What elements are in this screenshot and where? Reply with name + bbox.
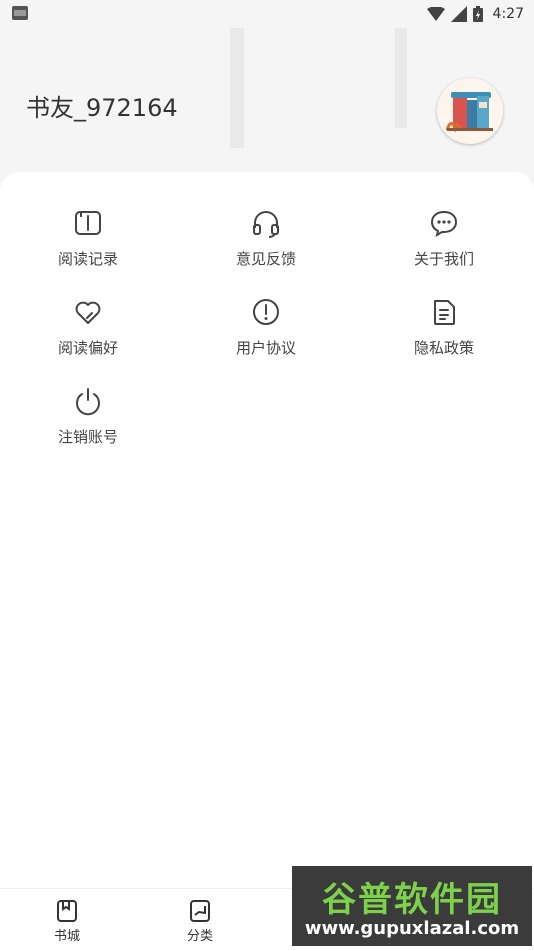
category-icon: [190, 900, 210, 922]
status-icons: 4:27: [426, 4, 524, 24]
nav-label: 书城: [53, 929, 80, 944]
books-avatar-icon: [445, 92, 493, 133]
profile-header: 书友_972164: [0, 28, 534, 180]
menu-item-label: 阅读记录: [57, 250, 118, 268]
wifi-icon: [426, 7, 445, 21]
chat-bubble-icon: [430, 210, 458, 238]
menu-item-reading-preference[interactable]: 阅读偏好: [18, 297, 158, 373]
menu-item-privacy-policy[interactable]: 隐私政策: [374, 297, 514, 373]
menu-item-label: 注销账号: [57, 428, 118, 446]
watermark: 谷普软件园 www.gupuxlazal.com: [292, 866, 532, 946]
menu-item-label: 阅读偏好: [57, 339, 118, 357]
nav-category[interactable]: 分类: [165, 899, 235, 944]
watermark-url: www.gupuxlazal.com: [304, 918, 520, 939]
menu-item-user-agreement[interactable]: 用户协议: [196, 297, 336, 373]
menu-item-reading-history[interactable]: 阅读记录: [18, 208, 158, 284]
avatar[interactable]: [437, 78, 503, 144]
signal-icon: [450, 6, 467, 22]
menu-item-about-us[interactable]: 关于我们: [374, 208, 514, 284]
book-icon: [75, 211, 101, 235]
username: 书友_972164: [26, 94, 178, 122]
heart-icon: [75, 301, 101, 324]
menu-item-label: 用户协议: [235, 339, 296, 357]
alert-circle-icon: [253, 299, 279, 325]
nav-label: 分类: [186, 929, 213, 944]
menu-item-delete-account[interactable]: 注销账号: [18, 386, 158, 462]
menu-item-label: 隐私政策: [413, 339, 474, 357]
nav-bookstore[interactable]: 书城: [32, 899, 102, 944]
battery-icon: [472, 6, 483, 22]
menu-item-feedback[interactable]: 意见反馈: [196, 208, 336, 284]
headset-icon: [253, 211, 279, 238]
status-bar: 4:27: [0, 0, 534, 28]
menu-card: 阅读记录 意见反馈 关于我们 阅读偏好 用户协议 隐私政策 注销账号: [0, 172, 534, 888]
watermark-title: 谷普软件园: [322, 880, 502, 920]
notification-icon: [12, 6, 28, 20]
document-icon: [434, 300, 455, 325]
background-decoration: [230, 28, 244, 148]
background-decoration: [395, 28, 407, 128]
clock: 4:27: [492, 6, 524, 22]
power-icon: [76, 388, 100, 416]
menu-item-label: 意见反馈: [235, 250, 296, 268]
menu-item-label: 关于我们: [413, 250, 474, 268]
bookstore-icon: [57, 900, 77, 922]
